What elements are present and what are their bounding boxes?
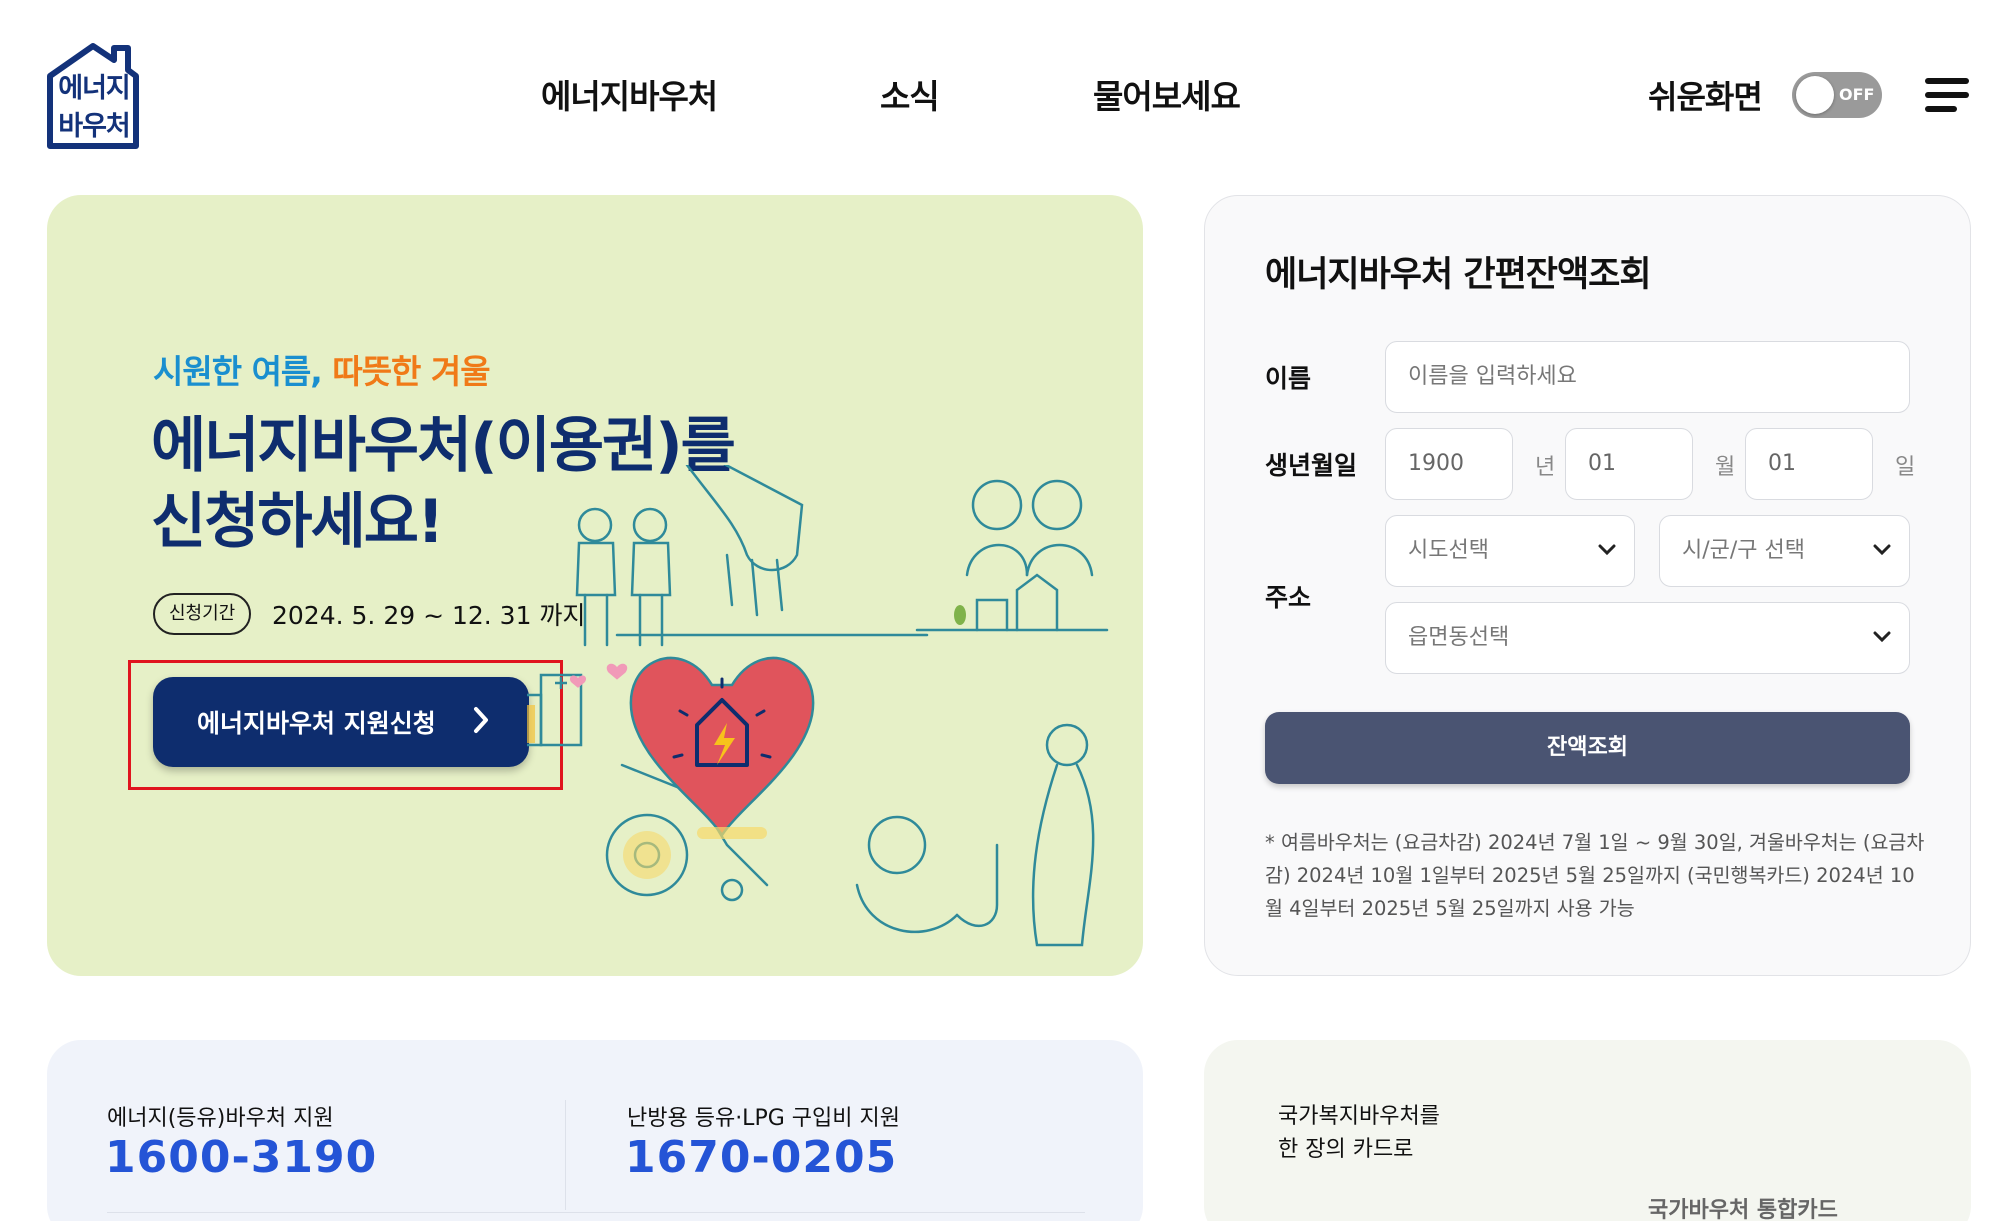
hero-subtitle-summer: 시원한 여름,	[153, 352, 323, 391]
divider	[565, 1100, 566, 1210]
site-header: 에너지 바우처 에너지바우처 소식 물어보세요 쉬운화면 OFF	[0, 0, 1993, 180]
contact-number-oil[interactable]: 1600-3190	[105, 1132, 377, 1183]
day-unit: 일	[1895, 455, 1916, 480]
month-unit: 월	[1715, 455, 1736, 480]
contact-card: 에너지(등유)바우처 지원 1600-3190 난방용 등유·LPG 구입비 지…	[47, 1040, 1143, 1221]
apply-button[interactable]: 에너지바우처 지원신청	[153, 677, 529, 767]
eupmyeon-select[interactable]: 읍면동선택	[1385, 602, 1910, 674]
chevron-down-icon	[1873, 544, 1891, 556]
name-input[interactable]: 이름을 입력하세요	[1385, 341, 1910, 413]
contact-number-lpg[interactable]: 1670-0205	[625, 1132, 897, 1183]
year-unit: 년	[1535, 455, 1556, 480]
eupmyeon-select-value: 읍면동선택	[1408, 625, 1510, 650]
divider	[107, 1212, 1085, 1213]
birth-year-input[interactable]: 1900	[1385, 428, 1513, 500]
logo[interactable]: 에너지 바우처	[0, 0, 150, 170]
balance-check-card: 에너지바우처 간편잔액조회 이름 이름을 입력하세요 생년월일 1900 년 0…	[1204, 195, 1971, 976]
nav-energy-voucher[interactable]: 에너지바우처	[541, 70, 718, 118]
logo-line-1: 에너지	[58, 73, 131, 104]
chevron-right-icon	[474, 707, 488, 733]
hero-illustration	[527, 465, 1109, 947]
toggle-state: OFF	[1839, 85, 1875, 104]
contact-label-lpg: 난방용 등유·LPG 구입비 지원	[627, 1106, 900, 1131]
integrated-card-promo[interactable]: 국가복지바우처를 한 장의 카드로 국가바우처 통합카드	[1204, 1040, 1971, 1221]
hero-subtitle: 시원한 여름, 따뜻한 겨울	[153, 345, 491, 393]
hero-subtitle-winter: 따뜻한 겨울	[332, 352, 490, 391]
nav-ask[interactable]: 물어보세요	[1093, 70, 1241, 118]
birth-day-input[interactable]: 01	[1745, 428, 1873, 500]
usage-note: * 여름바우처는 (요금차감) 2024년 7월 1일 ~ 9월 30일, 겨울…	[1265, 831, 1925, 920]
apply-button-label: 에너지바우처 지원신청	[197, 709, 436, 738]
birth-month-input[interactable]: 01	[1565, 428, 1693, 500]
sigungu-select-value: 시/군/구 선택	[1682, 538, 1806, 563]
promo-card-name: 국가바우처 통합카드	[1648, 1198, 1838, 1221]
promo-text: 국가복지바우처를 한 장의 카드로	[1278, 1100, 1440, 1166]
period-badge: 신청기간	[153, 593, 252, 635]
balance-title: 에너지바우처 간편잔액조회	[1265, 255, 1652, 295]
balance-check-button[interactable]: 잔액조회	[1265, 712, 1910, 784]
sigungu-select[interactable]: 시/군/구 선택	[1659, 515, 1910, 587]
birth-label: 생년월일	[1265, 451, 1358, 480]
toggle-knob	[1796, 76, 1834, 114]
name-label: 이름	[1265, 364, 1312, 393]
easy-screen-label: 쉬운화면	[1648, 78, 1763, 116]
chevron-down-icon	[1873, 631, 1891, 643]
logo-line-2: 바우처	[58, 111, 131, 142]
contact-label-oil: 에너지(등유)바우처 지원	[107, 1106, 334, 1131]
address-label: 주소	[1265, 583, 1312, 612]
sido-select[interactable]: 시도선택	[1385, 515, 1635, 587]
nav-news[interactable]: 소식	[880, 70, 940, 118]
logo-text: 에너지 바우처	[52, 70, 136, 146]
easy-screen-toggle[interactable]: OFF	[1792, 72, 1882, 118]
chevron-down-icon	[1598, 544, 1616, 556]
hamburger-menu-icon[interactable]	[1925, 78, 1971, 114]
promo-line-1: 국가복지바우처를	[1278, 1104, 1440, 1129]
hero-banner: 시원한 여름, 따뜻한 겨울 에너지바우처(이용권)를 신청하세요! 신청기간 …	[47, 195, 1143, 976]
sido-select-value: 시도선택	[1408, 538, 1489, 563]
promo-line-2: 한 장의 카드로	[1278, 1137, 1414, 1162]
